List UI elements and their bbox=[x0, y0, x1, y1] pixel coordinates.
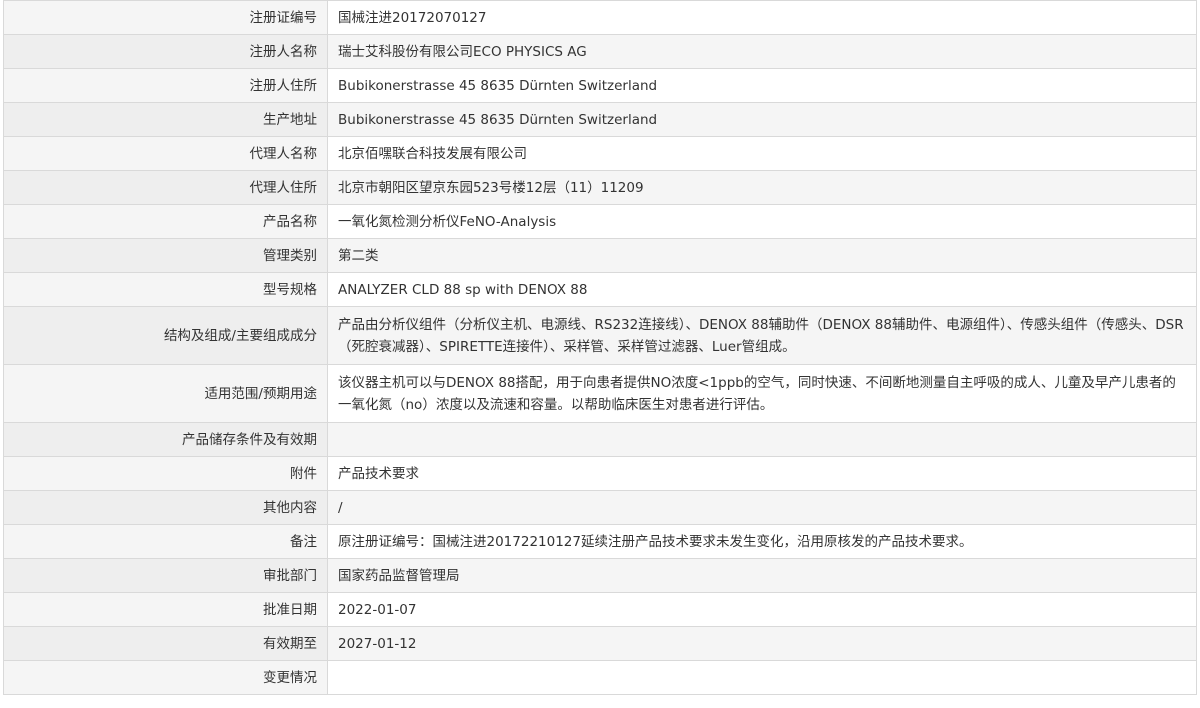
table-row: 变更情况 bbox=[3, 660, 1197, 695]
row-value: 2027-01-12 bbox=[327, 626, 1197, 661]
row-value bbox=[327, 422, 1197, 457]
table-row: 注册人住所 Bubikonerstrasse 45 8635 Dürnten S… bbox=[3, 68, 1197, 103]
table-row: 结构及组成/主要组成成分 产品由分析仪组件（分析仪主机、电源线、RS232连接线… bbox=[3, 306, 1197, 365]
row-value bbox=[327, 660, 1197, 695]
table-row: 批准日期 2022-01-07 bbox=[3, 592, 1197, 627]
row-label: 其他内容 bbox=[3, 490, 328, 525]
table-row: 产品储存条件及有效期 bbox=[3, 422, 1197, 457]
row-value: 该仪器主机可以与DENOX 88搭配，用于向患者提供NO浓度<1ppb的空气，同… bbox=[327, 364, 1197, 423]
registration-record-table: 注册证编号 国械注进20172070127 注册人名称 瑞士艾科股份有限公司EC… bbox=[3, 0, 1197, 695]
row-label: 审批部门 bbox=[3, 558, 328, 593]
table-row: 生产地址 Bubikonerstrasse 45 8635 Dürnten Sw… bbox=[3, 102, 1197, 137]
row-value: Bubikonerstrasse 45 8635 Dürnten Switzer… bbox=[327, 68, 1197, 103]
record-table-body: 注册证编号 国械注进20172070127 注册人名称 瑞士艾科股份有限公司EC… bbox=[3, 0, 1197, 695]
row-label: 变更情况 bbox=[3, 660, 328, 695]
row-value: 产品技术要求 bbox=[327, 456, 1197, 491]
row-label: 适用范围/预期用途 bbox=[3, 364, 328, 423]
row-value: 产品由分析仪组件（分析仪主机、电源线、RS232连接线）、DENOX 88辅助件… bbox=[327, 306, 1197, 365]
row-value: 第二类 bbox=[327, 238, 1197, 273]
row-value: 北京市朝阳区望京东园523号楼12层（11）11209 bbox=[327, 170, 1197, 205]
row-value: 国家药品监督管理局 bbox=[327, 558, 1197, 593]
row-value: ANALYZER CLD 88 sp with DENOX 88 bbox=[327, 272, 1197, 307]
row-label: 产品储存条件及有效期 bbox=[3, 422, 328, 457]
row-value: 北京佰嘿联合科技发展有限公司 bbox=[327, 136, 1197, 171]
row-label: 产品名称 bbox=[3, 204, 328, 239]
row-value: Bubikonerstrasse 45 8635 Dürnten Switzer… bbox=[327, 102, 1197, 137]
table-row: 注册证编号 国械注进20172070127 bbox=[3, 0, 1197, 35]
row-value: / bbox=[327, 490, 1197, 525]
table-row: 其他内容 / bbox=[3, 490, 1197, 525]
row-label: 备注 bbox=[3, 524, 328, 559]
table-row: 注册人名称 瑞士艾科股份有限公司ECO PHYSICS AG bbox=[3, 34, 1197, 69]
row-label: 管理类别 bbox=[3, 238, 328, 273]
row-label: 注册证编号 bbox=[3, 0, 328, 35]
row-value: 2022-01-07 bbox=[327, 592, 1197, 627]
row-label: 附件 bbox=[3, 456, 328, 491]
row-label: 代理人住所 bbox=[3, 170, 328, 205]
row-value: 一氧化氮检测分析仪FeNO-Analysis bbox=[327, 204, 1197, 239]
row-label: 代理人名称 bbox=[3, 136, 328, 171]
row-label: 结构及组成/主要组成成分 bbox=[3, 306, 328, 365]
table-row: 备注 原注册证编号：国械注进20172210127延续注册产品技术要求未发生变化… bbox=[3, 524, 1197, 559]
table-row: 代理人住所 北京市朝阳区望京东园523号楼12层（11）11209 bbox=[3, 170, 1197, 205]
table-row: 代理人名称 北京佰嘿联合科技发展有限公司 bbox=[3, 136, 1197, 171]
table-row: 产品名称 一氧化氮检测分析仪FeNO-Analysis bbox=[3, 204, 1197, 239]
table-row: 有效期至 2027-01-12 bbox=[3, 626, 1197, 661]
row-value: 瑞士艾科股份有限公司ECO PHYSICS AG bbox=[327, 34, 1197, 69]
table-row: 管理类别 第二类 bbox=[3, 238, 1197, 273]
table-row: 型号规格 ANALYZER CLD 88 sp with DENOX 88 bbox=[3, 272, 1197, 307]
row-label: 注册人住所 bbox=[3, 68, 328, 103]
row-label: 型号规格 bbox=[3, 272, 328, 307]
row-label: 批准日期 bbox=[3, 592, 328, 627]
table-row: 审批部门 国家药品监督管理局 bbox=[3, 558, 1197, 593]
row-value: 国械注进20172070127 bbox=[327, 0, 1197, 35]
table-row: 附件 产品技术要求 bbox=[3, 456, 1197, 491]
table-row: 适用范围/预期用途 该仪器主机可以与DENOX 88搭配，用于向患者提供NO浓度… bbox=[3, 364, 1197, 423]
row-label: 注册人名称 bbox=[3, 34, 328, 69]
row-label: 有效期至 bbox=[3, 626, 328, 661]
row-value: 原注册证编号：国械注进20172210127延续注册产品技术要求未发生变化，沿用… bbox=[327, 524, 1197, 559]
row-label: 生产地址 bbox=[3, 102, 328, 137]
